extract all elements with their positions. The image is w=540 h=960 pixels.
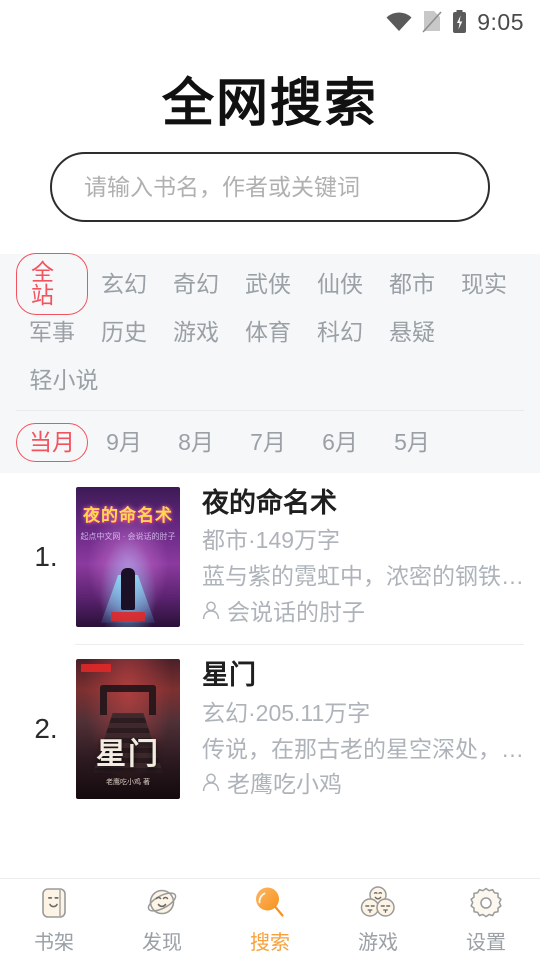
- category-tag-dushi[interactable]: 都市: [376, 260, 448, 308]
- category-tag-junshi[interactable]: 军事: [16, 308, 88, 356]
- book-list: 1. 夜的命名术 起点中文网 · 会说话的肘子 夜的命名术 都市·149万字 蓝…: [0, 473, 540, 801]
- month-filter-6[interactable]: 6月: [304, 430, 376, 454]
- tab-search[interactable]: 搜索: [216, 884, 324, 955]
- cover-art-gate: [100, 685, 156, 716]
- book-author-row: 老鹰吃小鸡: [202, 768, 524, 801]
- gear-icon: [468, 884, 504, 922]
- tab-label-discover: 发现: [142, 932, 182, 954]
- book-author-name: 老鹰吃小鸡: [227, 771, 342, 798]
- cover-art-figure: [121, 567, 135, 610]
- tab-bookshelf[interactable]: 书架: [0, 884, 108, 955]
- app-screen: 9:05 全网搜索 全站 玄幻 奇幻 武侠 仙侠 都市 现实 军事 历史 游戏 …: [0, 0, 540, 960]
- month-filter-row: 当月 9月 8月 7月 6月 5月: [0, 411, 540, 473]
- category-tag-xuanyi[interactable]: 悬疑: [376, 308, 448, 356]
- search-wrap: [0, 152, 540, 222]
- planet-face-icon: [144, 884, 180, 922]
- person-icon: [202, 768, 220, 801]
- search-box[interactable]: [50, 152, 490, 222]
- month-filter-current[interactable]: 当月: [16, 422, 88, 462]
- category-tag-youxi[interactable]: 游戏: [160, 308, 232, 356]
- search-input[interactable]: [84, 154, 456, 220]
- book-title: 星门: [202, 660, 256, 691]
- book-author-name: 会说话的肘子: [227, 598, 365, 625]
- category-tag-row: 全站 玄幻 奇幻 武侠 仙侠 都市 现实 军事 历史 游戏 体育 科幻 悬疑 轻…: [0, 253, 540, 404]
- book-rank: 1.: [34, 540, 58, 572]
- person-icon: [202, 596, 220, 629]
- book-meta: 都市·149万字: [202, 527, 341, 554]
- cover-subtitle: 老鹰吃小鸡 著: [106, 779, 150, 787]
- filter-panel: 全站 玄幻 奇幻 武侠 仙侠 都市 现实 军事 历史 游戏 体育 科幻 悬疑 轻…: [0, 253, 540, 473]
- month-filter-7[interactable]: 7月: [232, 430, 304, 454]
- page-title-wrap: 全网搜索: [0, 44, 540, 152]
- category-tag-quanzhan[interactable]: 全站: [16, 253, 88, 315]
- category-tag-tiyu[interactable]: 体育: [232, 308, 304, 356]
- wifi-icon: [386, 12, 412, 32]
- book-description: 蓝与紫的霓虹中，浓密的钢铁苍穹…: [202, 563, 524, 590]
- category-tag-wuxia[interactable]: 武侠: [232, 260, 304, 308]
- book-meta: 玄幻·205.11万字: [202, 699, 371, 726]
- tab-discover[interactable]: 发现: [108, 884, 216, 955]
- tab-game[interactable]: 游戏: [324, 884, 432, 955]
- no-sim-icon: [422, 11, 442, 33]
- category-tag-kehuan[interactable]: 科幻: [304, 308, 376, 356]
- category-tag-lishi[interactable]: 历史: [88, 308, 160, 356]
- page-title: 全网搜索: [161, 73, 378, 134]
- three-faces-icon: [359, 884, 397, 922]
- book-cover[interactable]: 夜的命名术 起点中文网 · 会说话的肘子: [76, 486, 180, 627]
- bottom-tab-bar: 书架 发现 搜索 游戏 设置: [0, 878, 540, 960]
- category-tag-xianshi[interactable]: 现实: [448, 260, 520, 308]
- book-title: 夜的命名术: [202, 488, 337, 518]
- bookshelf-face-icon: [36, 884, 72, 922]
- book-rank: 2.: [34, 713, 58, 745]
- cover-publisher-badge: [111, 611, 145, 621]
- category-tag-qingxiaoshuo[interactable]: 轻小说: [16, 356, 112, 404]
- book-info: 夜的命名术 都市·149万字 蓝与紫的霓虹中，浓密的钢铁苍穹… 会说话的肘子: [180, 485, 524, 628]
- tab-settings[interactable]: 设置: [432, 884, 540, 955]
- cover-publisher-badge: [81, 664, 111, 673]
- book-info: 星门 玄幻·205.11万字 传说，在那古老的星空深处，伫立… 老鹰吃小鸡: [180, 657, 524, 800]
- category-tag-xuanhuan[interactable]: 玄幻: [88, 260, 160, 308]
- month-filter-5[interactable]: 5月: [376, 430, 448, 454]
- cover-title: 星门: [96, 737, 160, 773]
- category-tag-qihuan[interactable]: 奇幻: [160, 260, 232, 308]
- book-description: 传说，在那古老的星空深处，伫立…: [202, 735, 524, 762]
- book-cover[interactable]: 星门 老鹰吃小鸡 著: [76, 659, 180, 800]
- tab-label-game: 游戏: [358, 932, 398, 954]
- cover-title: 夜的命名术: [83, 505, 173, 526]
- month-filter-8[interactable]: 8月: [160, 430, 232, 454]
- month-filter-9[interactable]: 9月: [88, 430, 160, 454]
- status-bar-time: 9:05: [477, 8, 524, 35]
- book-list-item[interactable]: 1. 夜的命名术 起点中文网 · 会说话的肘子 夜的命名术 都市·149万字 蓝…: [0, 473, 540, 628]
- tab-label-search: 搜索: [250, 932, 290, 954]
- battery-charging-icon: [452, 10, 467, 34]
- book-author-row: 会说话的肘子: [202, 596, 524, 629]
- status-bar: 9:05: [0, 0, 540, 44]
- tab-label-bookshelf: 书架: [34, 932, 74, 954]
- tab-label-settings: 设置: [466, 932, 506, 954]
- magnifier-icon: [251, 884, 289, 922]
- category-tag-xianxia[interactable]: 仙侠: [304, 260, 376, 308]
- book-list-item[interactable]: 2. 星门 老鹰吃小鸡 著 星门 玄幻·205.11万字 传说，在那古老的星空深…: [0, 645, 540, 800]
- cover-subtitle: 起点中文网 · 会说话的肘子: [80, 531, 176, 541]
